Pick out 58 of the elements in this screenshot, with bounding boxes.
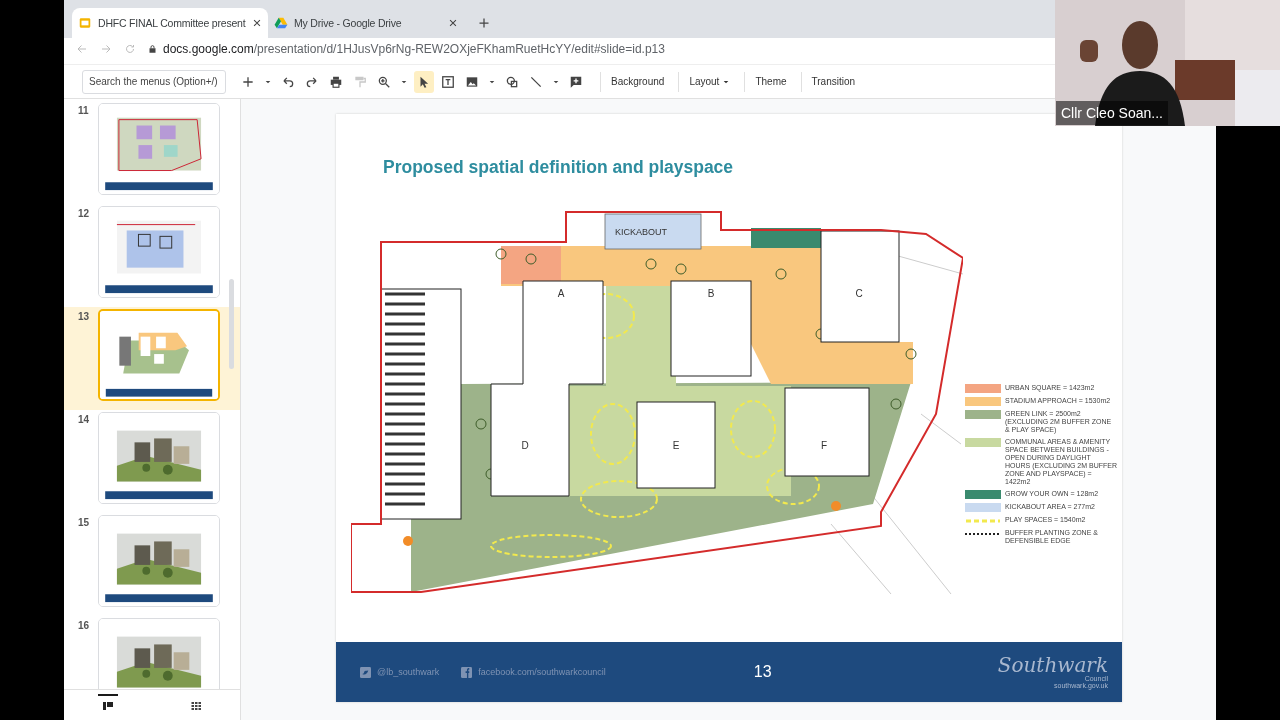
logo-wordmark: Southwark (997, 655, 1108, 675)
page-number: 13 (753, 663, 772, 681)
twitter-handle: @lb_southwark (377, 667, 440, 677)
plus-icon (241, 74, 255, 89)
browser-tab[interactable]: My Drive - Google Drive (268, 8, 464, 38)
image-icon (465, 74, 479, 89)
slide-number: 12 (78, 207, 90, 221)
textbox-icon (441, 74, 455, 89)
back-icon (76, 43, 88, 55)
toolbar-button[interactable]: Transition (800, 71, 866, 92)
slide-thumbnail[interactable] (98, 206, 220, 298)
close-icon (448, 18, 458, 28)
browser-tab[interactable]: DHFC FINAL Committee present (72, 8, 268, 38)
slide-number: 11 (78, 104, 90, 118)
toolbar-button[interactable] (414, 70, 434, 93)
add-comment-icon (569, 74, 583, 89)
shape-icon (505, 74, 519, 89)
toolbar-button[interactable]: Layout (678, 71, 741, 92)
address-bar[interactable]: docs.google.com/presentation/d/1HJusVp6rNg-REW2OXjeFKhamRuetHcYY/edit#slide=id.p13 (148, 42, 665, 56)
lock-icon (148, 44, 157, 54)
reload-icon (124, 43, 136, 55)
slide-title: Proposed spatial definition and playspace (383, 157, 735, 178)
search-field[interactable]: Search the menus (Option+/) (82, 69, 226, 94)
toolbar-button[interactable]: Background (600, 71, 675, 92)
slide-thumbnail[interactable] (98, 515, 220, 607)
scrollbar[interactable] (229, 279, 234, 369)
building-label: E (672, 440, 680, 451)
building-label: F (820, 440, 828, 451)
slide-number: 15 (78, 516, 90, 530)
slide-thumbnail[interactable] (98, 618, 220, 689)
slide-thumbnail[interactable] (98, 412, 220, 504)
building-label: C (855, 288, 863, 299)
paint-format-icon (353, 74, 367, 89)
building-label: B (707, 288, 715, 299)
close-icon (252, 18, 262, 28)
participant-name: Cllr Cleo Soan... (1056, 101, 1168, 125)
url-path: /presentation/d/1HJusVp6rNg-REW2OXjeFKhamRuetHcYY/edit#slide=id.p13 (253, 42, 665, 56)
slide-thumbnail[interactable] (98, 103, 220, 195)
forward-icon (100, 43, 112, 55)
building-label: D (521, 440, 529, 451)
slide-number: 16 (78, 619, 90, 633)
slide-thumbnail[interactable] (98, 309, 220, 401)
print-icon (329, 74, 343, 89)
building-label: A (557, 288, 565, 299)
toolbar-button[interactable]: Theme (744, 71, 797, 92)
filmstrip-view-icon (102, 700, 114, 712)
slide-number: 13 (78, 310, 90, 324)
line-icon (529, 74, 543, 89)
url-host: docs.google.com (163, 42, 254, 56)
facebook-icon (461, 666, 473, 678)
new-tab-icon (478, 17, 490, 29)
slide-number: 14 (78, 413, 90, 427)
bird-icon (360, 666, 371, 678)
slides-icon (78, 16, 92, 30)
zoom-icon (377, 74, 391, 89)
drive-icon (274, 16, 288, 30)
area-label: KICKABOUT (615, 227, 667, 237)
grid-view-icon (190, 700, 202, 712)
